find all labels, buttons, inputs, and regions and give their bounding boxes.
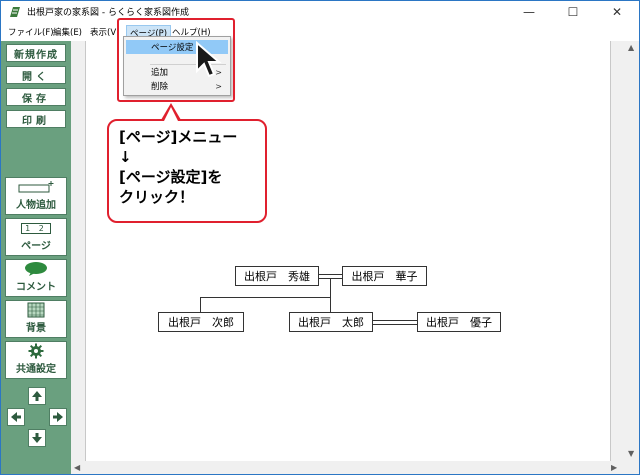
- sibling-line: [200, 297, 331, 298]
- page-button[interactable]: 1 2 ページ: [5, 218, 67, 256]
- callout-line-2: ↓: [119, 148, 132, 166]
- person-hideo[interactable]: 出根戸 秀雄: [235, 266, 319, 286]
- child-line: [330, 297, 331, 312]
- menu-view[interactable]: 表示(V: [87, 25, 119, 39]
- instruction-callout: [ページ]メニュー ↓ [ページ設定]を クリック！: [107, 119, 267, 223]
- arrow-right-icon: [53, 412, 63, 422]
- scroll-down-icon[interactable]: ▼: [628, 449, 634, 458]
- comment-label: コメント: [16, 282, 56, 293]
- open-button[interactable]: 開く: [6, 66, 66, 84]
- background-label: 背景: [26, 323, 46, 334]
- scroll-up-icon[interactable]: ▲: [628, 43, 634, 52]
- gear-icon: [28, 343, 44, 359]
- callout-line-4: クリック！: [119, 188, 195, 206]
- callout-line-3: [ページ設定]を: [119, 168, 223, 186]
- left-toolbar: 新規作成 開く 保存 印刷 人物追加 1 2 ページ コメント 背景 共通設定: [1, 41, 71, 474]
- comment-icon: [25, 262, 47, 276]
- scroll-right-icon[interactable]: ▶: [611, 463, 617, 472]
- add-person-label: 人物追加: [16, 200, 56, 211]
- title-bar: 出根戸家の家系図 - らくらく家系図作成 — ☐ ✕: [1, 1, 639, 23]
- child-line: [200, 297, 201, 312]
- common-settings-button[interactable]: 共通設定: [5, 341, 67, 379]
- cursor-icon: [196, 41, 222, 78]
- common-settings-label: 共通設定: [16, 364, 56, 375]
- descent-line: [330, 278, 331, 298]
- maximize-button[interactable]: ☐: [551, 1, 595, 23]
- save-button[interactable]: 保存: [6, 88, 66, 106]
- marriage-line: [373, 320, 417, 321]
- move-up-button[interactable]: [28, 387, 46, 405]
- minimize-button[interactable]: —: [507, 1, 551, 23]
- window-title: 出根戸家の家系図 - らくらく家系図作成: [27, 8, 189, 18]
- horizontal-scrollbar[interactable]: ◀ ▶: [71, 461, 625, 474]
- new-button[interactable]: 新規作成: [6, 44, 66, 62]
- person-taro[interactable]: 出根戸 太郎: [289, 312, 373, 332]
- add-person-button[interactable]: 人物追加: [5, 177, 67, 215]
- menu-file[interactable]: ファイル(F): [5, 25, 57, 39]
- person-hanako[interactable]: 出根戸 華子: [342, 266, 427, 286]
- close-button[interactable]: ✕: [595, 1, 639, 23]
- add-person-icon: [18, 181, 54, 193]
- app-window: 出根戸家の家系図 - らくらく家系図作成 — ☐ ✕ ファイル(F) 編集(E)…: [0, 0, 640, 475]
- page-label: ページ: [21, 241, 51, 252]
- marriage-line: [319, 274, 342, 275]
- person-jiro[interactable]: 出根戸 次郎: [158, 312, 244, 332]
- callout-line-1: [ページ]メニュー: [119, 128, 238, 146]
- print-button[interactable]: 印刷: [6, 110, 66, 128]
- callout-tail-inner: [164, 107, 178, 121]
- page-icon: 1 2: [21, 219, 51, 237]
- menu-bar: ファイル(F) 編集(E) 表示(V ページ(P) ヘルプ(H): [1, 23, 639, 41]
- arrow-left-icon: [11, 412, 21, 422]
- move-left-button[interactable]: [7, 408, 25, 426]
- arrow-down-icon: [32, 433, 42, 443]
- background-button[interactable]: 背景: [5, 300, 67, 338]
- move-right-button[interactable]: [49, 408, 67, 426]
- comment-button[interactable]: コメント: [5, 259, 67, 297]
- person-yuko[interactable]: 出根戸 優子: [417, 312, 501, 332]
- move-down-button[interactable]: [28, 429, 46, 447]
- scroll-left-icon[interactable]: ◀: [74, 463, 80, 472]
- background-icon: [27, 302, 45, 318]
- app-icon: [10, 7, 20, 17]
- marriage-line: [373, 324, 417, 325]
- arrow-up-icon: [32, 391, 42, 401]
- menu-edit[interactable]: 編集(E): [50, 25, 85, 39]
- vertical-scrollbar[interactable]: ▲ ▼: [625, 41, 639, 461]
